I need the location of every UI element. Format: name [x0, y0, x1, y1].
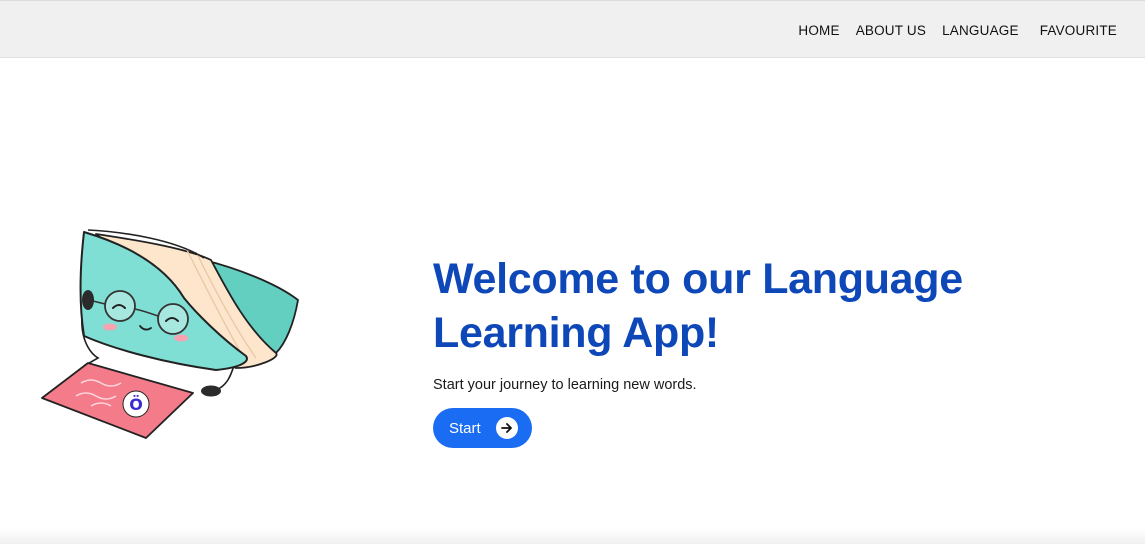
- book-character-illustration: Ö: [36, 218, 321, 443]
- hero-section: Welcome to our Language Learning App! St…: [433, 252, 1073, 448]
- nav-favourite-link[interactable]: FAVOURITE: [1040, 23, 1117, 38]
- pink-card-icon: Ö: [41, 362, 194, 439]
- footer-shadow: [0, 528, 1145, 544]
- arrow-right-icon: [495, 417, 518, 439]
- nav-language-link[interactable]: LANGUAGE: [942, 23, 1019, 38]
- svg-text:Ö: Ö: [129, 395, 143, 414]
- start-button[interactable]: Start: [433, 408, 532, 448]
- nav-links: HOME ABOUT US LANGUAGE FAVOURITE: [798, 1, 1117, 59]
- hero-subtitle: Start your journey to learning new words…: [433, 377, 697, 393]
- hero-title: Welcome to our Language Learning App!: [433, 255, 963, 357]
- top-navbar: HOME ABOUT US LANGUAGE FAVOURITE: [0, 0, 1145, 58]
- nav-home-link[interactable]: HOME: [798, 23, 839, 38]
- nav-about-us-link[interactable]: ABOUT US: [856, 23, 926, 38]
- start-button-label: Start: [449, 419, 481, 437]
